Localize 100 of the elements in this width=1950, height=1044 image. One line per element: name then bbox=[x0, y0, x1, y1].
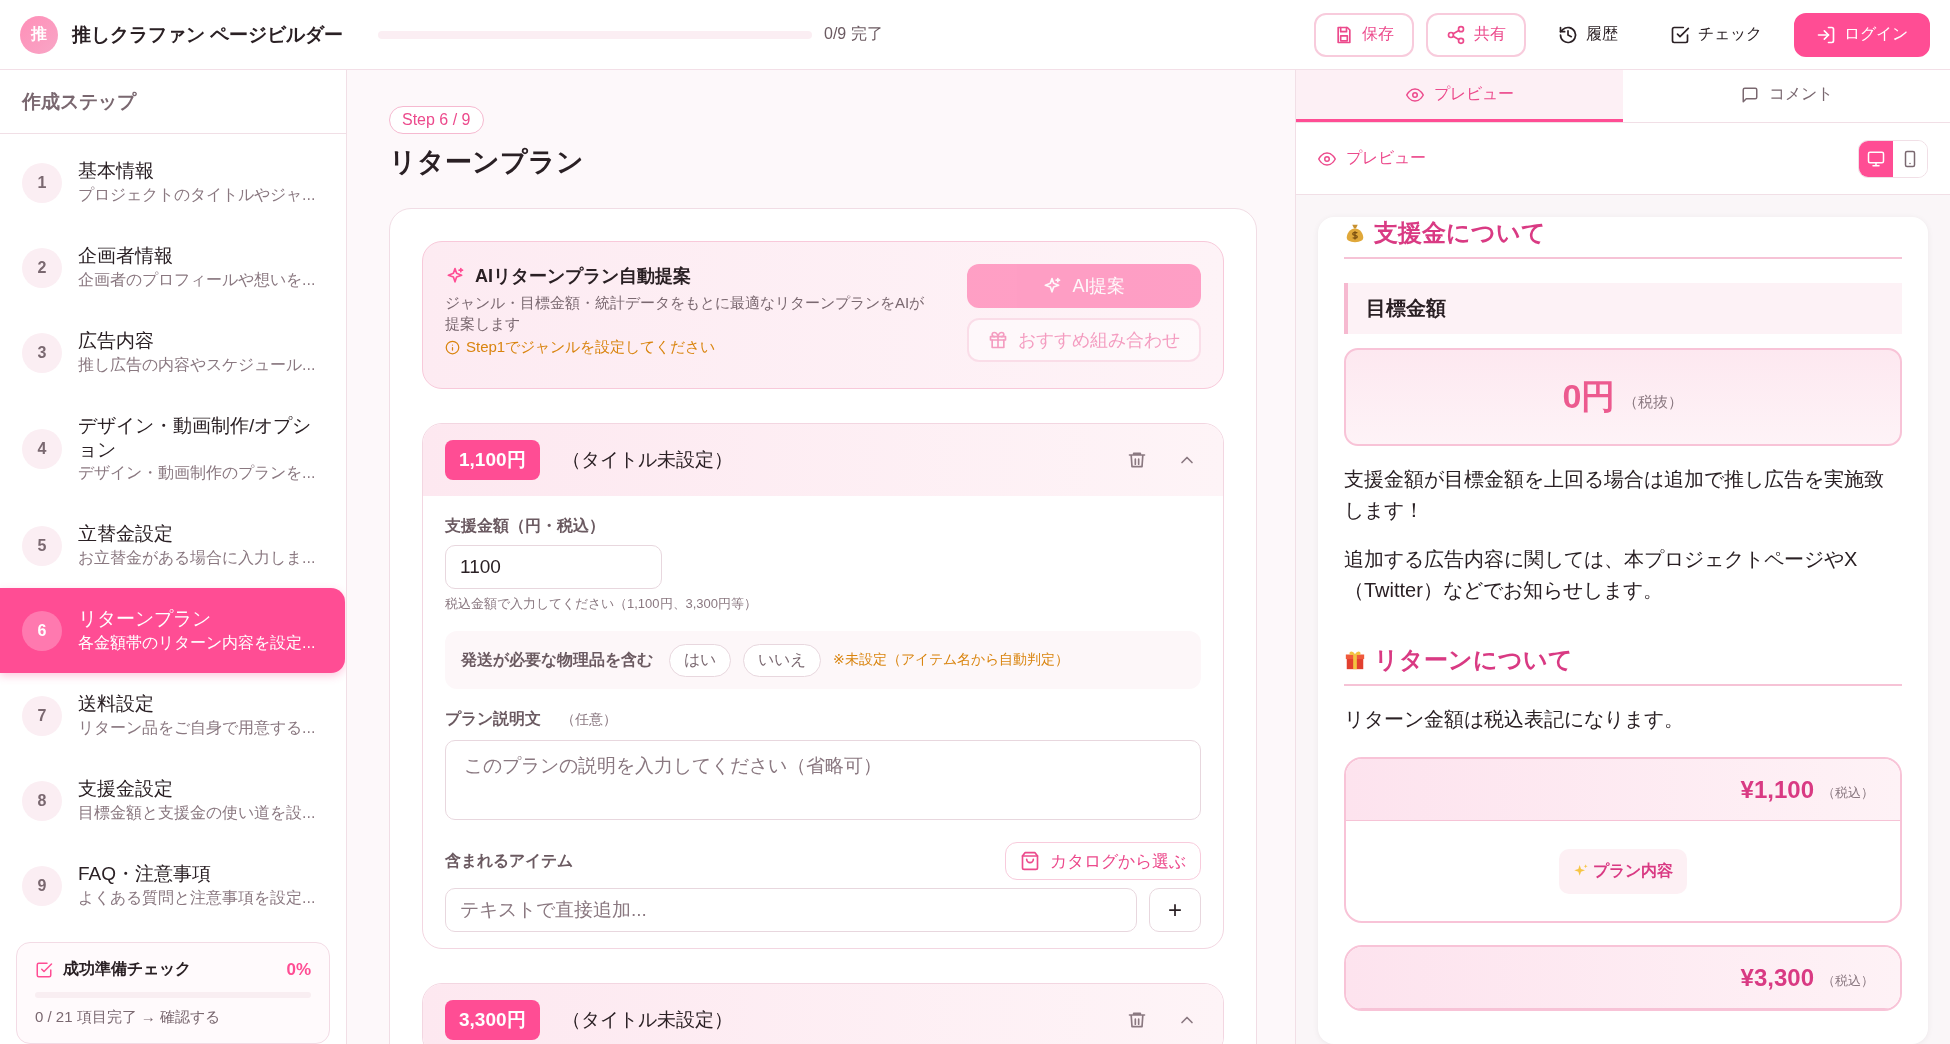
item-input[interactable]: テキストで直接追加... bbox=[445, 888, 1137, 932]
plan-title: （タイトル未設定） bbox=[561, 1008, 733, 1032]
step-item[interactable]: 8 支援金設定 目標金額と支援金の使い道を設... bbox=[0, 758, 345, 843]
chat-bubble-icon bbox=[1740, 85, 1759, 104]
field-hint: 税込金額で入力してください（1,100円、3,300円等） bbox=[445, 595, 759, 613]
goal-amount: 0円 bbox=[1562, 376, 1616, 417]
plan-description-input[interactable]: このプランの説明を入力してください（省略可） bbox=[445, 740, 1201, 820]
checkbox-icon bbox=[1670, 24, 1690, 45]
add-button[interactable]: + bbox=[1149, 888, 1201, 932]
preview-label: プレビュー bbox=[1346, 148, 1426, 168]
step-title: リターンプラン bbox=[78, 607, 212, 631]
warning-text: Step1でジャンルを設定してください bbox=[466, 338, 716, 357]
paragraph: リターン金額は税込表記になります。 bbox=[1344, 707, 1685, 732]
tax-note: （税込） bbox=[1822, 971, 1874, 990]
step-description: よくある質問と注意事項を設定... bbox=[78, 887, 316, 908]
shipping-label: 発送が必要な物理品を含む bbox=[461, 649, 653, 671]
option-button[interactable]: はい bbox=[669, 643, 731, 677]
save-button[interactable]: 保存 bbox=[1314, 12, 1414, 57]
ai-panel-description: ジャンル・目標金額・統計データをもとに最適なリターンプランをAIが提案します bbox=[445, 293, 926, 334]
step-description: お立替金がある場合に入力しま... bbox=[78, 547, 316, 568]
step-description: 企画者のプロフィールや想いを... bbox=[78, 269, 316, 290]
field-label: 支援金額（円・税込） bbox=[445, 516, 606, 536]
info-icon bbox=[445, 340, 460, 355]
plan-title: （タイトル未設定） bbox=[561, 448, 733, 472]
sidebar-title: 作成ステップ bbox=[0, 70, 346, 134]
history-button[interactable]: 履歴 bbox=[1538, 12, 1638, 57]
step-title: 企画者情報 bbox=[78, 244, 174, 268]
save-icon bbox=[1334, 24, 1354, 45]
paragraph: 支援金額が目標金額を上回る場合は追加で推し広告を実施致します！ bbox=[1344, 467, 1885, 523]
step-description: 各金額帯のリターン内容を設定... bbox=[78, 632, 316, 653]
page-title: リターンプラン bbox=[389, 146, 585, 179]
step-number: 9 bbox=[22, 865, 62, 906]
checkbox-icon bbox=[35, 960, 53, 979]
step-item[interactable]: 9 FAQ・注意事項 よくある質問と注意事項を設定... bbox=[0, 843, 345, 928]
step-title: 送料設定 bbox=[78, 692, 155, 716]
chip-label: プラン内容 bbox=[1593, 860, 1673, 881]
shopping-bag-icon bbox=[1020, 851, 1040, 871]
step-number: 1 bbox=[22, 162, 62, 203]
checklist-title: 成功準備チェック bbox=[63, 959, 191, 979]
plan-header[interactable]: 3,300円 （タイトル未設定） bbox=[423, 984, 1223, 1044]
eye-icon bbox=[1405, 85, 1424, 104]
price-badge: 1,100円 bbox=[445, 440, 540, 480]
step-number: 5 bbox=[22, 525, 62, 566]
trash-icon bbox=[1127, 450, 1147, 470]
share-button[interactable]: 共有 bbox=[1426, 12, 1526, 57]
sparkle-icon bbox=[1042, 276, 1063, 296]
step-number: 4 bbox=[22, 429, 62, 469]
progress-label: 0/9 完了 bbox=[824, 24, 883, 44]
step-number: 7 bbox=[22, 695, 62, 736]
step-title: デザイン・動画制作/オプション bbox=[78, 413, 313, 462]
field-label: 含まれるアイテム bbox=[445, 850, 573, 871]
section-heading: リターンについて bbox=[1374, 645, 1573, 675]
trash-icon bbox=[1127, 1010, 1147, 1030]
section-heading: 支援金について bbox=[1374, 218, 1546, 248]
step-title: 支援金設定 bbox=[78, 777, 174, 801]
step-description: リターン品をご自身で用意する... bbox=[78, 717, 316, 738]
step-item[interactable]: 5 立替金設定 お立替金がある場合に入力しま... bbox=[0, 503, 345, 588]
step-description: 目標金額と支援金の使い道を設... bbox=[78, 802, 316, 823]
field-label: プラン説明文 bbox=[445, 709, 541, 729]
step-title: 立替金設定 bbox=[78, 522, 174, 546]
step-item[interactable]: 1 基本情報 プロジェクトのタイトルやジャ... bbox=[0, 140, 345, 225]
check-button[interactable]: チェック bbox=[1650, 12, 1782, 57]
step-number: 8 bbox=[22, 780, 62, 821]
tax-note: （税抜） bbox=[1623, 392, 1684, 412]
ai-panel-title: AIリターンプラン自動提案 bbox=[475, 265, 691, 288]
gift-icon bbox=[1344, 649, 1366, 671]
step-item[interactable]: 3 広告内容 推し広告の内容やスケジュール... bbox=[0, 310, 345, 395]
share-icon bbox=[1446, 24, 1466, 45]
monitor-icon bbox=[1867, 149, 1885, 168]
paragraph: 追加する広告内容に関しては、本プロジェクトページやX（Twitter）などでお知らせします。 bbox=[1344, 547, 1859, 603]
sparkle-icon bbox=[445, 266, 465, 286]
amount-input[interactable]: 1100 bbox=[445, 545, 662, 589]
step-item[interactable]: 4 デザイン・動画制作/オプション デザイン・動画制作のプランを... bbox=[0, 395, 345, 503]
money-bag-icon bbox=[1344, 222, 1366, 244]
step-item[interactable]: 7 送料設定 リターン品をご自身で用意する... bbox=[0, 673, 345, 758]
step-description: 推し広告の内容やスケジュール... bbox=[78, 354, 316, 375]
step-item[interactable]: 2 企画者情報 企画者のプロフィールや想いを... bbox=[0, 225, 345, 310]
plan-header[interactable]: 1,100円 （タイトル未設定） bbox=[423, 424, 1223, 496]
step-title: 基本情報 bbox=[78, 159, 155, 183]
catalog-button[interactable]: カタログから選ぶ bbox=[1005, 842, 1201, 880]
tax-note: （税込） bbox=[1822, 783, 1874, 802]
checklist-status: 0 / 21 項目完了 → 確認する bbox=[35, 1008, 222, 1027]
step-title: 広告内容 bbox=[78, 329, 155, 353]
optional-label: （任意） bbox=[561, 711, 617, 729]
app-logo: 推 bbox=[20, 15, 58, 54]
return-price: ¥3,300 bbox=[1740, 963, 1814, 992]
eye-icon bbox=[1318, 149, 1336, 168]
step-badge: Step 6 / 9 bbox=[389, 106, 484, 134]
shipping-note: ※未設定（アイテム名から自動判定） bbox=[833, 651, 1069, 669]
app-title: 推しクラファン ページビルダー bbox=[72, 22, 344, 47]
checklist-card[interactable]: 成功準備チェック 0% 0 / 21 項目完了 → 確認する bbox=[16, 942, 330, 1044]
step-title: FAQ・注意事項 bbox=[78, 862, 212, 886]
subheading: 目標金額 bbox=[1344, 283, 1902, 334]
gift-icon bbox=[988, 330, 1008, 350]
step-number: 2 bbox=[22, 247, 62, 288]
step-number: 3 bbox=[22, 332, 62, 373]
step-description: デザイン・動画制作のプランを... bbox=[78, 463, 317, 484]
option-button[interactable]: いいえ bbox=[743, 643, 821, 677]
desktop-view-button[interactable] bbox=[1859, 140, 1893, 177]
price-badge: 3,300円 bbox=[445, 1000, 540, 1040]
